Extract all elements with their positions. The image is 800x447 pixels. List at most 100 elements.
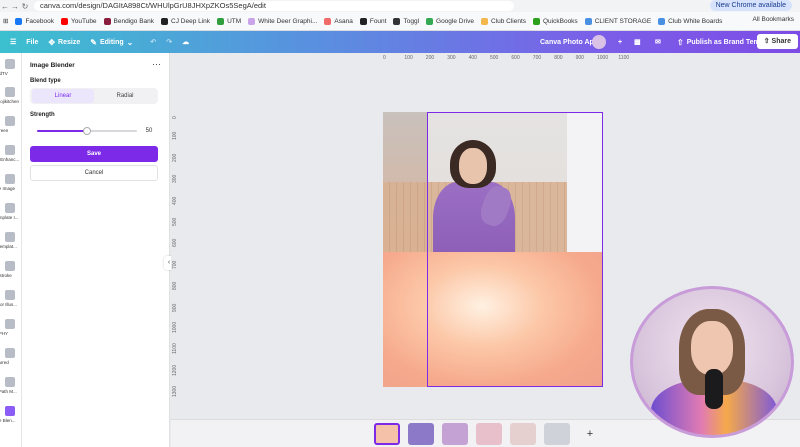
ruler-tick-label: 900 — [172, 303, 178, 312]
bookmark-item[interactable]: Fount — [359, 17, 387, 25]
bookmark-icon — [61, 17, 68, 25]
redo-icon[interactable]: ↷ — [166, 38, 172, 46]
bookmark-label: CLIENT STORAGE — [594, 17, 652, 25]
all-bookmarks-link[interactable]: All Bookmarks — [752, 16, 794, 23]
page-thumbnail[interactable] — [374, 423, 400, 445]
bookmark-item[interactable]: CLIENT STORAGE — [584, 17, 652, 25]
ruler-tick-label: 700 — [172, 260, 178, 269]
bookmark-label: White Deer Graphi... — [258, 17, 318, 25]
ruler-tick-label: 700 — [532, 55, 542, 61]
ruler-tick-label: 0 — [172, 116, 178, 119]
bookmark-item[interactable]: Asana — [324, 17, 353, 25]
bookmarks-bar: ⊞ Facebook YouTube Bendigo Bank CJ Deep Link… — [0, 12, 800, 31]
bookmark-icon — [359, 17, 367, 25]
rail-app-label: emojikitchen — [0, 99, 20, 104]
add-page-icon[interactable]: + — [583, 427, 597, 441]
strength-slider-thumb[interactable] — [83, 127, 91, 135]
undo-icon[interactable]: ↶ — [150, 38, 156, 46]
page-thumbnail[interactable] — [408, 423, 434, 445]
blend-option-linear[interactable]: Linear — [32, 89, 94, 103]
rail-app-item[interactable]: xt Path M... — [0, 377, 21, 394]
rail-app-label: ase Image — [0, 186, 16, 191]
bookmark-item[interactable]: Facebook — [15, 17, 54, 25]
share-label: Share — [771, 38, 791, 45]
share-button[interactable]: ⇧ Share — [756, 34, 798, 49]
apps-grid-icon[interactable]: ⊞ — [3, 17, 8, 25]
rail-app-item[interactable]: GIPHY — [0, 319, 21, 336]
rail-app-item[interactable]: ed Enhanc... — [0, 145, 21, 162]
bookmark-item[interactable]: Club White Boards — [658, 17, 723, 25]
rail-app-label: GIPHY — [0, 331, 9, 336]
analytics-icon[interactable]: ▩ — [634, 38, 641, 46]
bookmark-item[interactable]: Bendigo Bank — [103, 17, 155, 25]
ruler-tick-label: 300 — [447, 55, 456, 61]
bookmark-icon — [161, 17, 169, 25]
bookmark-item[interactable]: CJ Deep Link — [161, 17, 210, 25]
resize-icon: ✥ — [48, 37, 56, 47]
rail-app-item[interactable]: age Blen... — [0, 406, 21, 423]
bookmark-label: Asana — [334, 17, 353, 25]
bookmark-label: Club White Boards — [668, 17, 723, 25]
rail-app-item[interactable]: BadTV — [0, 59, 21, 76]
comment-icon[interactable]: ✉ — [655, 38, 661, 46]
ruler-tick-label: 400 — [468, 55, 477, 61]
url-input[interactable]: canva.com/design/DAGItA898Ct/WHUlpGrU8JH… — [34, 1, 514, 11]
rail-app-item[interactable]: Screen — [0, 116, 21, 133]
rail-app-label: Template I... — [0, 215, 19, 220]
cancel-button[interactable]: Cancel — [30, 165, 158, 181]
rail-app-label: ed Enhanc... — [0, 157, 20, 162]
file-menu[interactable]: File — [26, 39, 38, 46]
new-chrome-button[interactable]: New Chrome available — [709, 0, 792, 11]
apps-rail: BadTV emojikitchen Screen ed Enhanc... ase I… — [0, 53, 22, 447]
bookmark-item[interactable]: QuickBooks — [533, 17, 578, 25]
strength-label: Strength — [30, 112, 55, 118]
bookmark-icon — [15, 17, 23, 25]
ruler-tick-label: 1200 — [172, 364, 178, 376]
page-thumbnail[interactable] — [442, 423, 468, 445]
bookmark-label: Fount — [369, 17, 387, 25]
menu-icon[interactable]: ☰ — [10, 38, 16, 46]
rail-app-item[interactable]: ase Image — [0, 174, 21, 191]
bookmark-icon — [658, 17, 666, 25]
rail-app-item[interactable]: illustroke — [0, 261, 21, 278]
rail-app-item[interactable]: y Templat... — [0, 232, 21, 249]
blend-option-radial[interactable]: Radial — [94, 89, 156, 103]
app-icon — [5, 145, 15, 155]
strength-value[interactable]: 50 — [140, 126, 158, 136]
cloud-saved-icon[interactable]: ☁ — [182, 38, 189, 46]
bookmark-item[interactable]: Club Clients — [480, 17, 526, 25]
ruler-tick-label: 1000 — [172, 321, 178, 333]
forward-icon[interactable]: → — [10, 2, 20, 11]
bookmark-item[interactable]: UTM — [217, 17, 241, 25]
page-thumbnail[interactable] — [544, 423, 570, 445]
editing-dropdown[interactable]: ✎ Editing ⌄ — [90, 38, 136, 47]
upload-icon: ⇧ — [677, 37, 684, 47]
bookmark-item[interactable]: Google Drive — [426, 17, 474, 25]
rail-app-label: xt Path M... — [0, 389, 17, 394]
selection-frame[interactable] — [427, 112, 603, 387]
page-thumbnail[interactable] — [510, 423, 536, 445]
webcam-bubble — [630, 286, 794, 438]
strength-slider[interactable] — [37, 127, 137, 135]
bookmark-label: Bendigo Bank — [113, 17, 155, 25]
strength-slider-fill — [37, 130, 87, 132]
bookmark-item[interactable]: White Deer Graphi... — [248, 17, 318, 25]
reload-icon[interactable]: ↻ — [20, 2, 30, 11]
page-thumbnail[interactable] — [476, 423, 502, 445]
rail-app-item[interactable]: Template I... — [0, 203, 21, 220]
app-icon — [5, 203, 15, 213]
app-icon — [5, 348, 15, 358]
rail-app-label: BadTV — [0, 71, 8, 76]
rail-app-item[interactable]: ector Illus... — [0, 290, 21, 307]
back-icon[interactable]: ← — [0, 2, 10, 11]
bookmark-item[interactable]: Toggl — [393, 17, 419, 25]
more-options-icon[interactable]: ··· — [152, 59, 161, 69]
save-button[interactable]: Save — [30, 146, 158, 162]
rail-app-item[interactable]: emojikitchen — [0, 87, 21, 104]
avatar[interactable] — [592, 35, 606, 49]
ruler-tick-label: 1300 — [172, 386, 178, 398]
add-collaborator-icon[interactable]: + — [618, 39, 622, 46]
resize-button[interactable]: ✥ Resize — [48, 38, 80, 47]
bookmark-item[interactable]: YouTube — [61, 17, 97, 25]
rail-app-item[interactable]: Starred — [0, 348, 21, 365]
